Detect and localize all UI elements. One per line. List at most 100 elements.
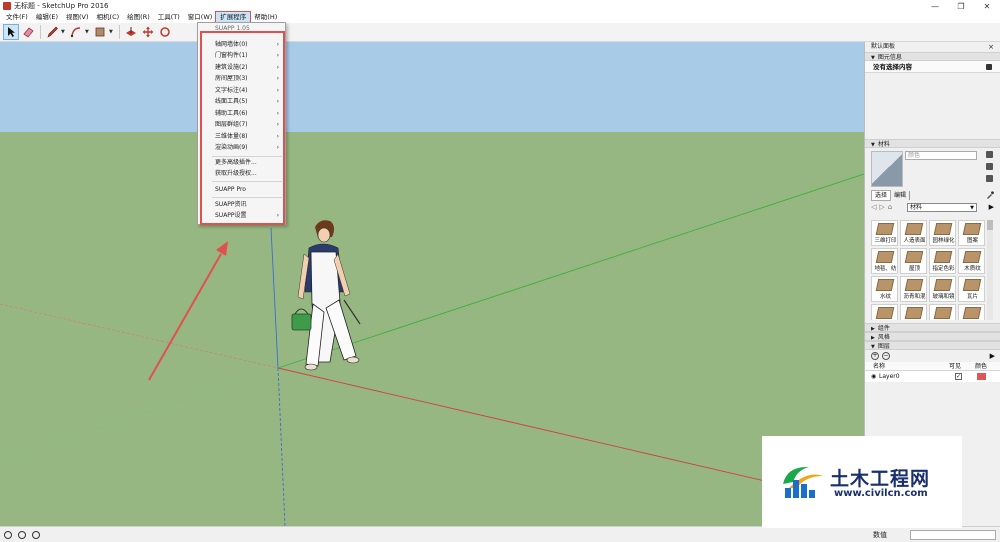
credits-icon[interactable] <box>18 531 26 539</box>
maximize-button[interactable]: ❐ <box>948 0 974 12</box>
material-item[interactable]: 沥青和混 <box>900 276 927 302</box>
current-material-swatch[interactable] <box>871 151 903 187</box>
submenu-arrow-icon: › <box>276 87 279 94</box>
menu-item-grid-walls[interactable]: 轴网墙体(0) › <box>198 39 285 50</box>
material-item[interactable]: 图案 <box>958 220 985 246</box>
material-item[interactable] <box>929 304 956 320</box>
material-item[interactable]: 木质纹 <box>958 248 985 274</box>
menu-view[interactable]: 视图(V) <box>62 12 93 23</box>
arc-tool-dropdown-icon[interactable]: ▼ <box>85 29 90 35</box>
material-item[interactable]: 三维打印 <box>871 220 898 246</box>
material-preview-area: 颜色 <box>865 148 1000 190</box>
home-icon[interactable]: ⌂ <box>888 203 892 211</box>
tab-select[interactable]: 选择 <box>871 190 892 201</box>
material-item[interactable]: 瓦片 <box>958 276 985 302</box>
menu-item-render-animation[interactable]: 渲染动画(9) › <box>198 142 285 153</box>
modeling-viewport[interactable] <box>0 42 864 526</box>
material-item[interactable]: 指定色彩 <box>929 248 956 274</box>
civilcn-logo-icon <box>783 466 823 498</box>
main-toolbar: ▼ ▼ ▼ <box>0 23 1000 42</box>
move-tool-button[interactable] <box>140 24 156 40</box>
details-arrow-icon[interactable]: ▶ <box>989 203 994 211</box>
eyedropper-icon[interactable] <box>986 191 994 201</box>
material-grid-scrollbar[interactable] <box>987 220 993 320</box>
user-icon[interactable] <box>32 531 40 539</box>
remove-layer-icon[interactable]: − <box>882 352 890 360</box>
menu-item-more-plugins[interactable]: 更多高级插件... <box>198 157 285 168</box>
layers-header[interactable]: ▼ 图层 <box>865 341 1000 350</box>
shape-tool-dropdown-icon[interactable]: ▼ <box>109 29 114 35</box>
menu-item-helper-tools[interactable]: 辅助工具(6) › <box>198 108 285 119</box>
move-icon <box>142 26 154 38</box>
line-tool-button[interactable] <box>44 24 60 40</box>
shape-tool-button[interactable] <box>92 24 108 40</box>
menu-bar: 文件(F) 编辑(E) 视图(V) 相机(C) 绘图(R) 工具(T) 窗口(W… <box>0 11 1000 24</box>
material-item[interactable]: 水纹 <box>871 276 898 302</box>
material-library-grid: 三维打印 人造表面 园林绿化 图案 地毯、纺 屋顶 指定色彩 木质纹 水纹 沥青… <box>871 220 985 320</box>
styles-header[interactable]: ▶ 风格 <box>865 332 1000 341</box>
eraser-tool-button[interactable] <box>20 24 36 40</box>
tab-edit[interactable]: 编辑 <box>891 191 911 200</box>
menu-item-suapp-pro[interactable]: SUAPP Pro <box>198 184 285 195</box>
measurements-input[interactable] <box>910 530 996 540</box>
chevron-down-icon: ▼ <box>970 205 974 211</box>
menu-item-layers-groups[interactable]: 图层群组(7) › <box>198 119 285 130</box>
scene-canvas <box>0 42 864 526</box>
submenu-arrow-icon: › <box>276 75 279 82</box>
eraser-icon <box>23 27 34 38</box>
minimize-button[interactable]: — <box>922 0 948 12</box>
menu-item-suapp-settings[interactable]: SUAPP设置 › <box>198 210 285 221</box>
select-tool-button[interactable] <box>3 24 19 40</box>
material-item[interactable] <box>871 304 898 320</box>
arc-tool-button[interactable] <box>68 24 84 40</box>
close-button[interactable]: ✕ <box>974 0 1000 12</box>
ground <box>0 132 864 526</box>
materials-header[interactable]: ▼ 材料 <box>865 139 1000 148</box>
components-header[interactable]: ▶ 组件 <box>865 323 1000 332</box>
create-material-icon[interactable] <box>986 163 993 170</box>
push-pull-tool-button[interactable] <box>123 24 139 40</box>
material-item[interactable] <box>958 304 985 320</box>
details-arrow-icon[interactable]: ▶ <box>990 352 995 360</box>
line-tool-dropdown-icon[interactable]: ▼ <box>61 29 66 35</box>
layer-visible-checkbox[interactable]: ✓ <box>955 373 962 380</box>
menu-file[interactable]: 文件(F) <box>2 12 32 23</box>
default-material-icon[interactable] <box>986 175 993 182</box>
layer-color-swatch[interactable] <box>977 373 986 380</box>
geolocation-icon[interactable] <box>4 531 12 539</box>
active-layer-radio[interactable]: ◉ <box>871 371 876 382</box>
material-item[interactable]: 屋顶 <box>900 248 927 274</box>
menu-item-line-face-tools[interactable]: 线面工具(5) › <box>198 96 285 107</box>
menu-item-text-annotation[interactable]: 文字标注(4) › <box>198 85 285 96</box>
entity-info-header[interactable]: ▼ 图元信息 <box>865 52 1000 61</box>
menu-draw[interactable]: 绘图(R) <box>123 12 154 23</box>
material-name-field[interactable]: 颜色 <box>905 151 977 160</box>
menu-item-doors-windows[interactable]: 门窗构件(1) › <box>198 50 285 61</box>
submenu-arrow-icon: › <box>276 144 279 151</box>
material-item[interactable] <box>900 304 927 320</box>
material-item[interactable]: 人造表面 <box>900 220 927 246</box>
tray-close-icon[interactable]: × <box>988 42 994 52</box>
menu-item-3d-massing[interactable]: 三维体量(8) › <box>198 131 285 142</box>
add-layer-icon[interactable]: + <box>871 352 879 360</box>
menu-tools[interactable]: 工具(T) <box>154 12 184 23</box>
menu-camera[interactable]: 相机(C) <box>93 12 124 23</box>
material-item[interactable]: 玻璃和镜 <box>929 276 956 302</box>
lock-icon[interactable] <box>986 151 993 158</box>
layer-row[interactable]: ◉ Layer0 ✓ <box>865 371 1000 382</box>
entity-info-row: 没有选择内容 <box>865 61 1000 73</box>
material-item[interactable]: 地毯、纺 <box>871 248 898 274</box>
menu-item-rooms-roofs[interactable]: 房间屋顶(3) › <box>198 73 285 84</box>
back-arrow-icon[interactable]: ◁ <box>871 203 876 211</box>
lock-icon <box>986 64 992 70</box>
menu-item-suapp-news[interactable]: SUAPP资讯 <box>198 199 285 210</box>
rotate-tool-button[interactable] <box>157 24 173 40</box>
menu-item-building-facilities[interactable]: 建筑设施(2) › <box>198 62 285 73</box>
menu-edit[interactable]: 编辑(E) <box>32 12 62 23</box>
library-select[interactable]: 材料 ▼ <box>907 203 977 212</box>
site-watermark: 土木工程网 www.civilcn.com <box>762 436 962 528</box>
forward-arrow-icon[interactable]: ▷ <box>879 203 884 211</box>
menu-item-get-license[interactable]: 获取升级授权... <box>198 168 285 179</box>
push-pull-icon <box>126 27 136 36</box>
material-item[interactable]: 园林绿化 <box>929 220 956 246</box>
